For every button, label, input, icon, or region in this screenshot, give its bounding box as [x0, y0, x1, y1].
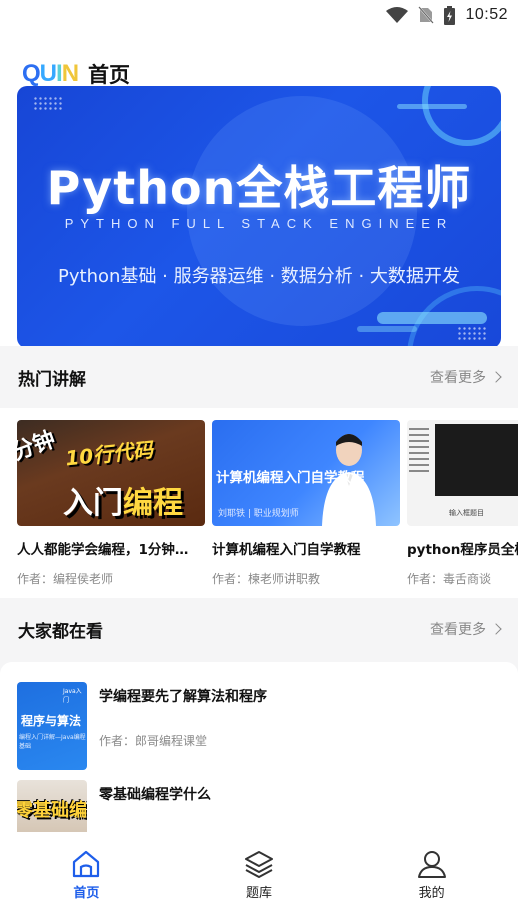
list-item-title: 零基础编程学什么 — [99, 787, 211, 803]
user-icon — [417, 851, 446, 878]
tab-label: 题库 — [246, 886, 273, 901]
banner-title: Python全栈工程师 — [46, 161, 472, 215]
quin-logo: Q U I N — [22, 60, 79, 88]
banner-tags: Python基础 · 服务器运维 · 数据分析 · 大数据开发 — [58, 266, 460, 287]
thumb-text: 输入框题目 — [449, 509, 484, 517]
banner-decor-ring — [422, 86, 501, 146]
page-title: 首页 — [88, 63, 131, 87]
tab-question-bank[interactable]: 题库 — [173, 838, 346, 920]
tab-profile[interactable]: 我的 — [345, 838, 518, 920]
chevron-right-icon — [490, 623, 502, 635]
wifi-icon — [386, 7, 409, 23]
thumb-text-group: 入门编程 — [63, 478, 183, 522]
list-item-thumbnail: Java入门 程序与算法 编程入门详解—Java编程基础 — [17, 682, 87, 770]
view-more-label: 查看更多 — [430, 622, 486, 638]
list-item[interactable]: Java入门 程序与算法 编程入门详解—Java编程基础 学编程要先了解算法和程… — [17, 682, 501, 770]
thumb-text: 10行代码 — [64, 437, 155, 471]
logo-letter-u: U — [39, 60, 57, 87]
popular-list[interactable]: Java入门 程序与算法 编程入门详解—Java编程基础 学编程要先了解算法和程… — [0, 662, 518, 832]
terminal-screenshot — [435, 424, 518, 496]
banner-decor-stripe — [397, 104, 467, 109]
tab-label: 我的 — [418, 886, 445, 901]
hot-card-title: 计算机编程入门自学教程 — [212, 542, 361, 558]
thumb-text: 刘耶铁 | 职业规划师 — [218, 509, 299, 519]
tab-label: 首页 — [73, 886, 100, 901]
list-item-author: 作者：郎哥编程课堂 — [99, 734, 208, 748]
home-icon — [73, 850, 100, 878]
status-bar: 10:52 — [0, 0, 518, 30]
hot-card-title: python程序员全栈 — [407, 542, 518, 558]
hot-card-author: 作者：编程侯老师 — [17, 572, 114, 586]
popular-section-header: 大家都在看 查看更多 — [0, 599, 518, 659]
thumb-text: 编程入门详解—Java编程基础 — [19, 734, 86, 750]
no-sim-icon — [418, 6, 435, 24]
logo-letter-n: N — [61, 60, 79, 87]
thumb-text: 零基础编程 — [17, 800, 87, 821]
hot-card-author: 作者：楝老师讲职教 — [212, 572, 321, 586]
hot-card[interactable]: 计算机编程入门自学教程 刘耶铁 | 职业规划师 计算机编程入门自学教程 作者：楝… — [212, 420, 400, 587]
list-item[interactable]: 零基础编程 零基础编程学什么 — [17, 780, 501, 832]
banner-decor-dots — [33, 96, 63, 110]
popular-section-title: 大家都在看 — [18, 621, 103, 642]
hot-section-title: 热门讲解 — [18, 369, 86, 390]
hot-card-thumbnail: 分钟 10行代码 入门编程 — [17, 420, 205, 526]
battery-charging-icon — [444, 5, 456, 25]
hot-section-header: 热门讲解 查看更多 — [0, 347, 518, 407]
thumb-decor — [407, 424, 431, 476]
banner-decor-stripe — [377, 312, 487, 324]
layers-icon — [245, 851, 273, 878]
banner-decor-stripe — [357, 326, 417, 332]
thumb-text: 编程 — [123, 486, 183, 521]
hot-card[interactable]: 输入框题目 python程序员全栈 作者：毒舌商谈 — [407, 420, 518, 587]
view-more-label: 查看更多 — [430, 370, 486, 386]
banner-decor-dots — [457, 326, 487, 340]
thumb-text: 分钟 — [17, 427, 59, 466]
bottom-tab-bar: 首页 题库 我的 — [0, 838, 518, 920]
thumb-text: 程序与算法 — [21, 714, 82, 728]
logo-letter-q: Q — [22, 60, 41, 87]
list-item-thumbnail: 零基础编程 — [17, 780, 87, 832]
popular-view-more-link[interactable]: 查看更多 — [430, 619, 502, 639]
banner-subtitle: PYTHON FULL STACK ENGINEER — [64, 216, 454, 231]
list-item-text: 学编程要先了解算法和程序 作者：郎哥编程课堂 — [99, 682, 267, 770]
thumb-text: Java入门 — [63, 688, 82, 704]
hot-card-row[interactable]: 分钟 10行代码 入门编程 人人都能学会编程，1分钟… 作者：编程侯老师 计算机… — [0, 408, 518, 598]
hot-card[interactable]: 分钟 10行代码 入门编程 人人都能学会编程，1分钟… 作者：编程侯老师 — [17, 420, 205, 587]
status-time: 10:52 — [465, 6, 508, 23]
hot-card-title: 人人都能学会编程，1分钟… — [17, 542, 189, 558]
promo-banner[interactable]: Python全栈工程师 PYTHON FULL STACK ENGINEER P… — [17, 86, 501, 348]
thumb-text: 计算机编程入门自学教程 — [216, 470, 365, 486]
hot-card-thumbnail: 输入框题目 — [407, 420, 518, 526]
list-item-text: 零基础编程学什么 — [99, 780, 211, 832]
hot-view-more-link[interactable]: 查看更多 — [430, 367, 502, 387]
chevron-right-icon — [490, 371, 502, 383]
hot-card-thumbnail: 计算机编程入门自学教程 刘耶铁 | 职业规划师 — [212, 420, 400, 526]
list-item-title: 学编程要先了解算法和程序 — [99, 689, 267, 705]
thumb-text: 入门 — [63, 486, 123, 521]
tab-home[interactable]: 首页 — [0, 838, 173, 920]
hot-card-author: 作者：毒舌商谈 — [407, 572, 492, 586]
